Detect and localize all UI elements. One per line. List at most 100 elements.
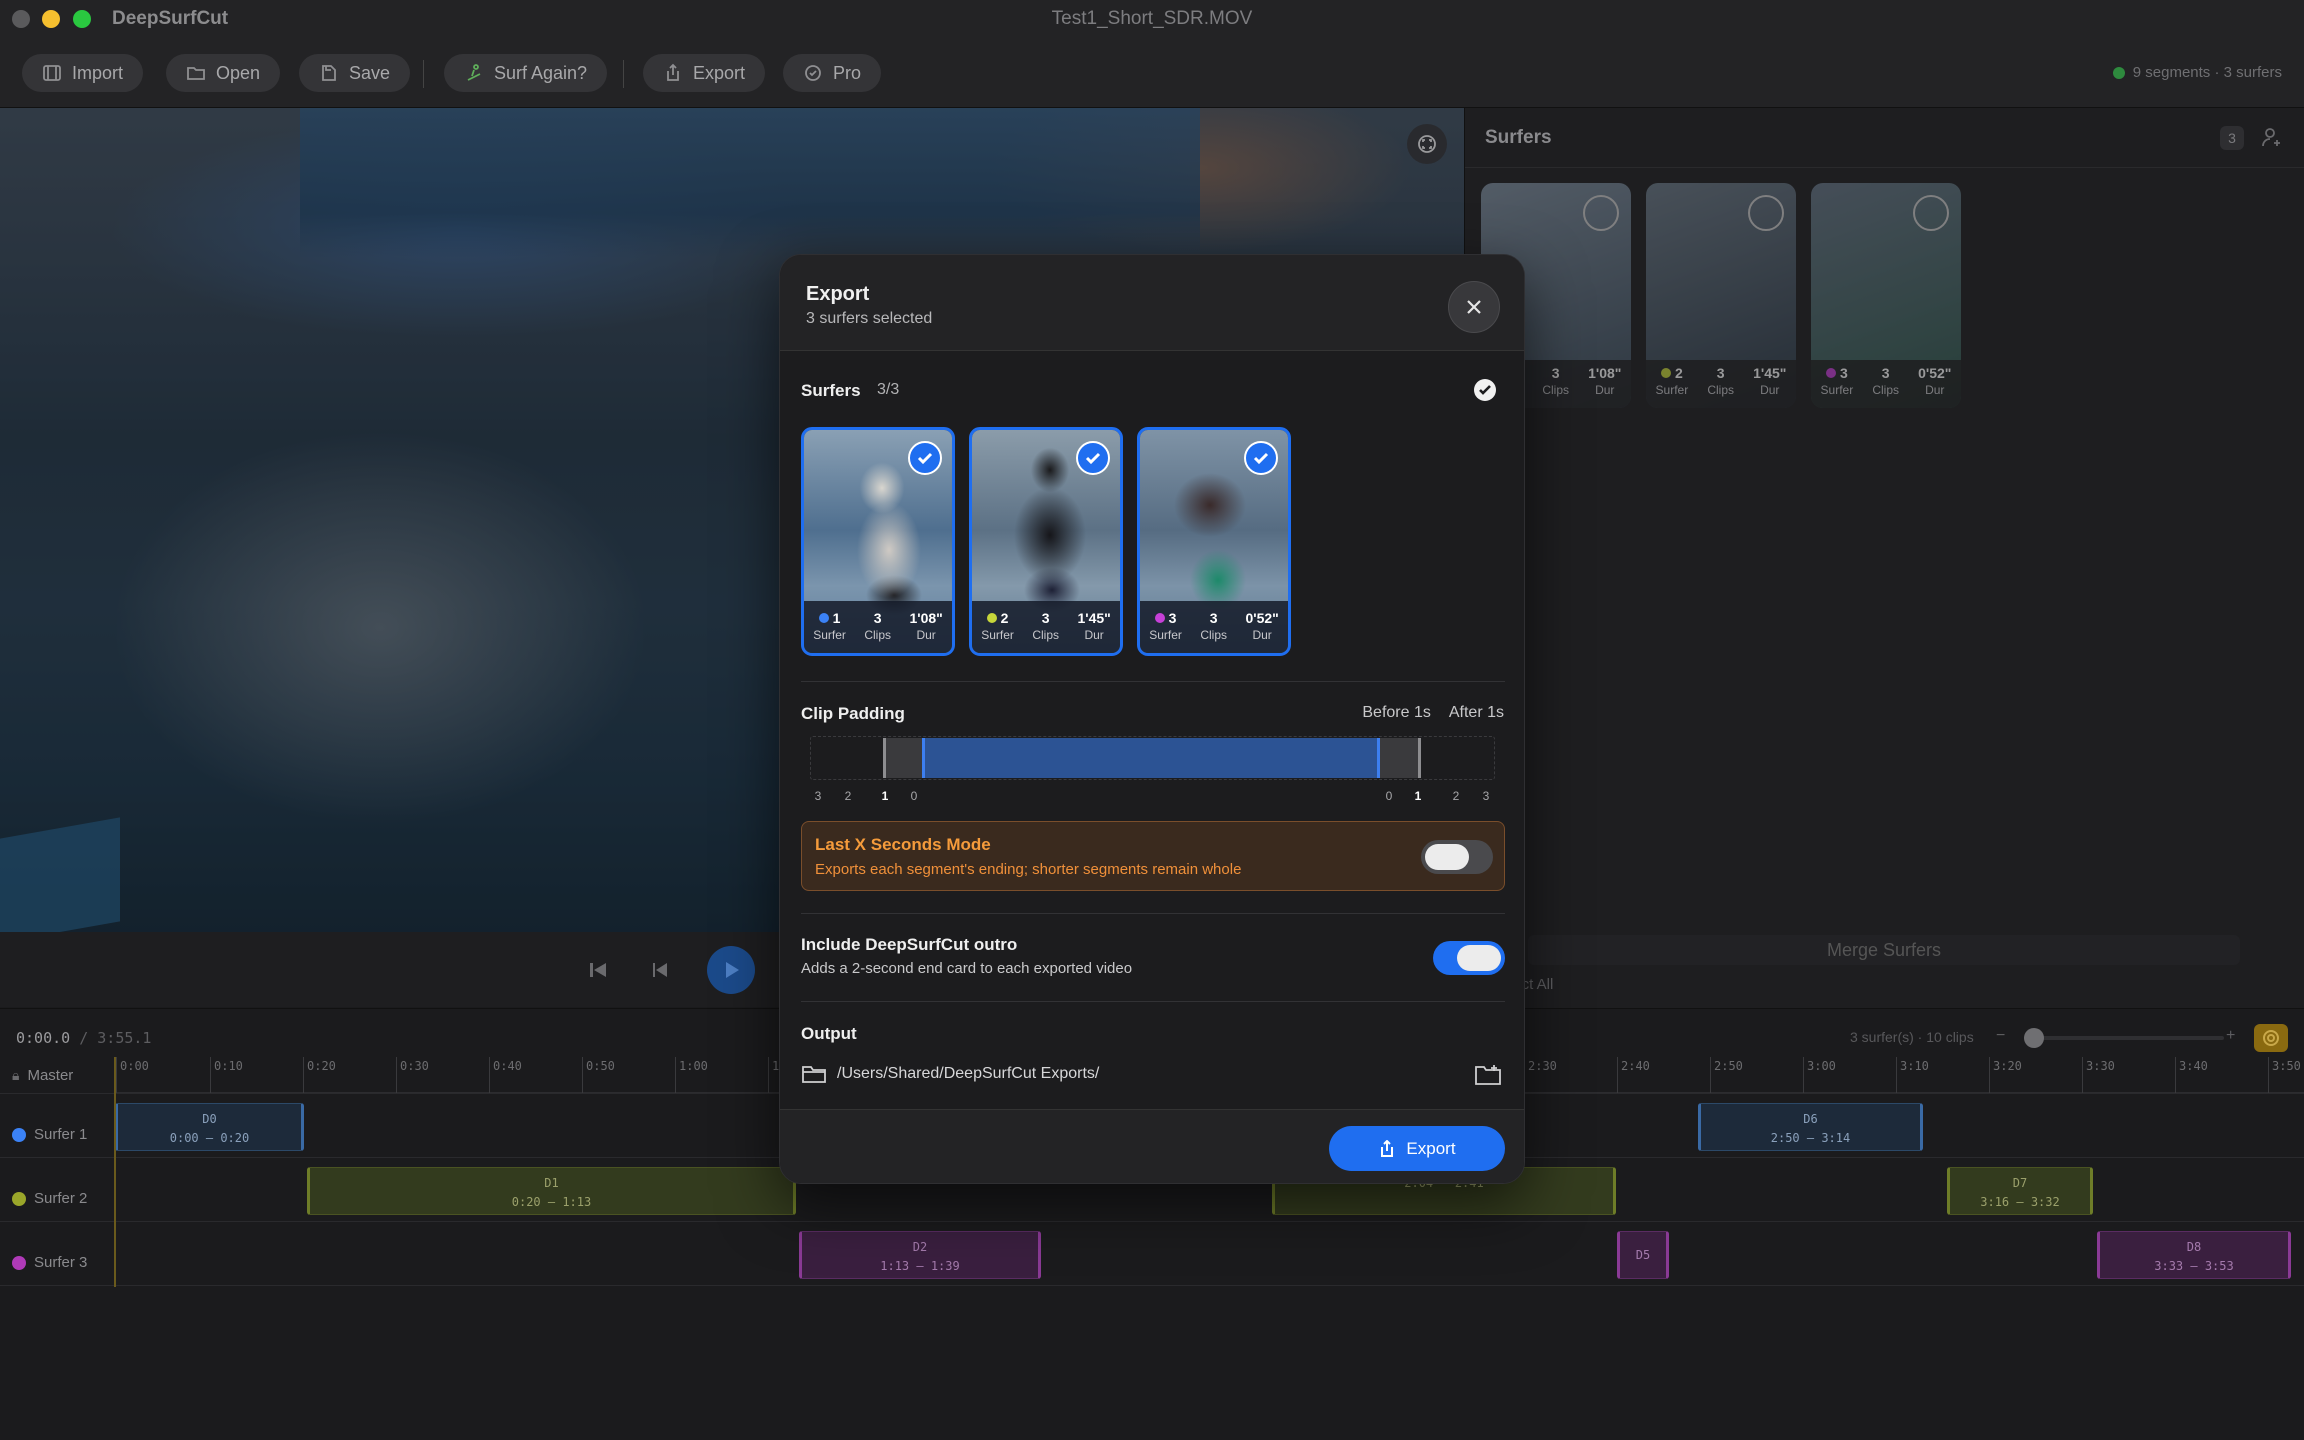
dialog-subtitle: 3 surfers selected	[806, 310, 933, 327]
lock-icon: 🔒︎	[12, 1067, 20, 1083]
ruler-tick: 0:00	[116, 1057, 149, 1093]
select-circle-icon	[1583, 195, 1619, 231]
padding-values: Before 1s After 1s	[1362, 704, 1504, 722]
surfer-card[interactable]: 2 Surfer 3 Clips 1'45" Dur	[1646, 183, 1796, 408]
ruler-tick: 3:50	[2268, 1057, 2301, 1093]
export-surfer-card[interactable]: 1 Surfer 3 Clips 1'08" Dur	[801, 427, 955, 656]
stat-label: Clips	[1707, 383, 1734, 397]
track-label-text: Surfer 1	[34, 1126, 88, 1143]
skip-start-icon	[590, 963, 606, 977]
clip[interactable]: D8 3:33 — 3:53	[2097, 1231, 2291, 1279]
select-all-surfers-toggle[interactable]	[1474, 379, 1496, 401]
surfer-duration: 1'45"	[1753, 365, 1787, 381]
clip[interactable]: D7 3:16 — 3:32	[1947, 1167, 2093, 1215]
surfers-panel-title: Surfers	[1485, 127, 1552, 148]
track-surfer-2[interactable]: Surfer 2	[0, 1190, 114, 1207]
export-surfer-card[interactable]: 3 Surfer 3 Clips 0'52" Dur	[1137, 427, 1291, 656]
padding-tick: 3	[814, 789, 822, 803]
padding-tick: 3	[1482, 789, 1490, 803]
status-indicator: 9 segments · 3 surfers	[2112, 64, 2282, 81]
status-dot-icon	[2112, 66, 2125, 79]
clip[interactable]: D0 0:00 — 0:20	[115, 1103, 304, 1151]
surf-again-label: Surf Again?	[494, 62, 588, 83]
skip-start-button[interactable]	[580, 952, 616, 988]
step-back-button[interactable]	[643, 952, 679, 988]
surfer-color-dot	[818, 613, 829, 623]
pro-label: Pro	[833, 62, 862, 83]
open-button[interactable]: Open	[166, 54, 281, 92]
stat-label: Dur	[916, 628, 936, 642]
choose-folder-button[interactable]	[1474, 1063, 1502, 1087]
surfers-section-label: Surfers	[801, 381, 861, 400]
pro-button[interactable]: Pro	[783, 54, 882, 92]
export-toolbar-label: Export	[693, 62, 746, 83]
ruler-tick: 2:30	[1524, 1057, 1557, 1093]
import-button[interactable]: Import	[22, 54, 144, 92]
zoom-out-icon[interactable]: −	[1996, 1027, 2005, 1045]
surfer-card-stats: 3 Surfer 3 Clips 0'52" Dur	[1811, 360, 1961, 408]
surfer-duration: 1'08"	[1588, 365, 1622, 381]
clip[interactable]: D6 2:50 — 3:14	[1698, 1103, 1923, 1151]
surfer-duration: 0'52"	[1245, 610, 1279, 626]
toolbar: Import Open Save Surf Again? Export Pro …	[0, 38, 2304, 108]
surfer-number: 3	[1168, 610, 1177, 626]
select-circle-icon	[1748, 195, 1784, 231]
save-icon	[322, 65, 336, 81]
clip[interactable]: D2 1:13 — 1:39	[799, 1231, 1041, 1279]
surf-again-button[interactable]: Surf Again?	[444, 54, 608, 92]
ruler-tick: 1:00	[675, 1057, 708, 1093]
selected-check-icon	[908, 441, 942, 475]
track-surfer-3[interactable]: Surfer 3	[0, 1254, 114, 1271]
stat-label: Dur	[1925, 383, 1945, 397]
fullscreen-button[interactable]	[1407, 124, 1447, 164]
clip-range: 0:20 — 1:13	[511, 1195, 592, 1209]
last-x-title: Last X Seconds Mode	[815, 835, 991, 854]
export-toolbar-button[interactable]: Export	[643, 54, 766, 92]
surfer-duration: 1'45"	[1077, 610, 1111, 626]
output-label: Output	[801, 1024, 857, 1043]
surfer-card[interactable]: 3 Surfer 3 Clips 0'52" Dur	[1811, 183, 1961, 408]
padding-tick: 2	[844, 789, 852, 803]
play-button[interactable]	[707, 946, 755, 994]
playhead[interactable]	[114, 1057, 116, 1287]
segment-range	[922, 738, 1380, 778]
export-surfer-card[interactable]: 2 Surfer 3 Clips 1'45" Dur	[969, 427, 1123, 656]
add-surfer-button[interactable]	[2261, 126, 2285, 150]
zoom-slider[interactable]	[2024, 1036, 2224, 1040]
checkmark-icon	[1479, 385, 1491, 395]
dialog-title: Export	[806, 283, 870, 305]
track-master[interactable]: 🔒︎ Master	[0, 1067, 114, 1084]
outro-title: Include DeepSurfCut outro	[801, 935, 1018, 954]
track-surfer-1[interactable]: Surfer 1	[0, 1126, 114, 1143]
clip-id: D2	[912, 1240, 928, 1254]
outro-toggle[interactable]	[1433, 941, 1505, 975]
surfer-duration: 1'08"	[909, 610, 943, 626]
export-confirm-button[interactable]: Export	[1329, 1126, 1505, 1171]
close-dialog-button[interactable]	[1448, 281, 1500, 333]
save-button[interactable]: Save	[299, 54, 411, 92]
merge-surfers-button[interactable]: Merge Surfers	[1528, 935, 2240, 965]
surfer-card-stats: 2 Surfer 3 Clips 1'45" Dur	[1646, 360, 1796, 408]
last-x-toggle[interactable]	[1421, 840, 1493, 874]
clip[interactable]: D1 0:20 — 1:13	[307, 1167, 796, 1215]
folder-icon	[801, 1063, 827, 1085]
ruler-tick: 0:10	[210, 1057, 243, 1093]
track-color-dot	[12, 1127, 26, 1142]
surfers-selected-count: 3/3	[877, 381, 900, 398]
track-label-text: Master	[27, 1067, 74, 1084]
surfer-clips: 3	[1881, 365, 1890, 381]
stat-label: Dur	[1084, 628, 1104, 642]
ruler-tick: 3:40	[2175, 1057, 2208, 1093]
timeline-settings-button[interactable]	[2254, 1024, 2288, 1052]
timeline-info: 3 surfer(s) · 10 clips	[1850, 1029, 1974, 1045]
track-label-text: Surfer 2	[34, 1190, 88, 1207]
before-padding-value: Before 1s	[1362, 704, 1431, 721]
zoom-in-icon[interactable]: +	[2226, 1027, 2235, 1045]
ruler-tick: 2:40	[1617, 1057, 1650, 1093]
zoom-slider-knob[interactable]	[2024, 1028, 2044, 1048]
track-color-dot	[12, 1255, 26, 1270]
clip[interactable]: D5	[1617, 1231, 1669, 1279]
film-icon	[43, 65, 61, 81]
toolbar-divider	[623, 60, 624, 88]
clip-range: 1:13 — 1:39	[880, 1259, 960, 1273]
